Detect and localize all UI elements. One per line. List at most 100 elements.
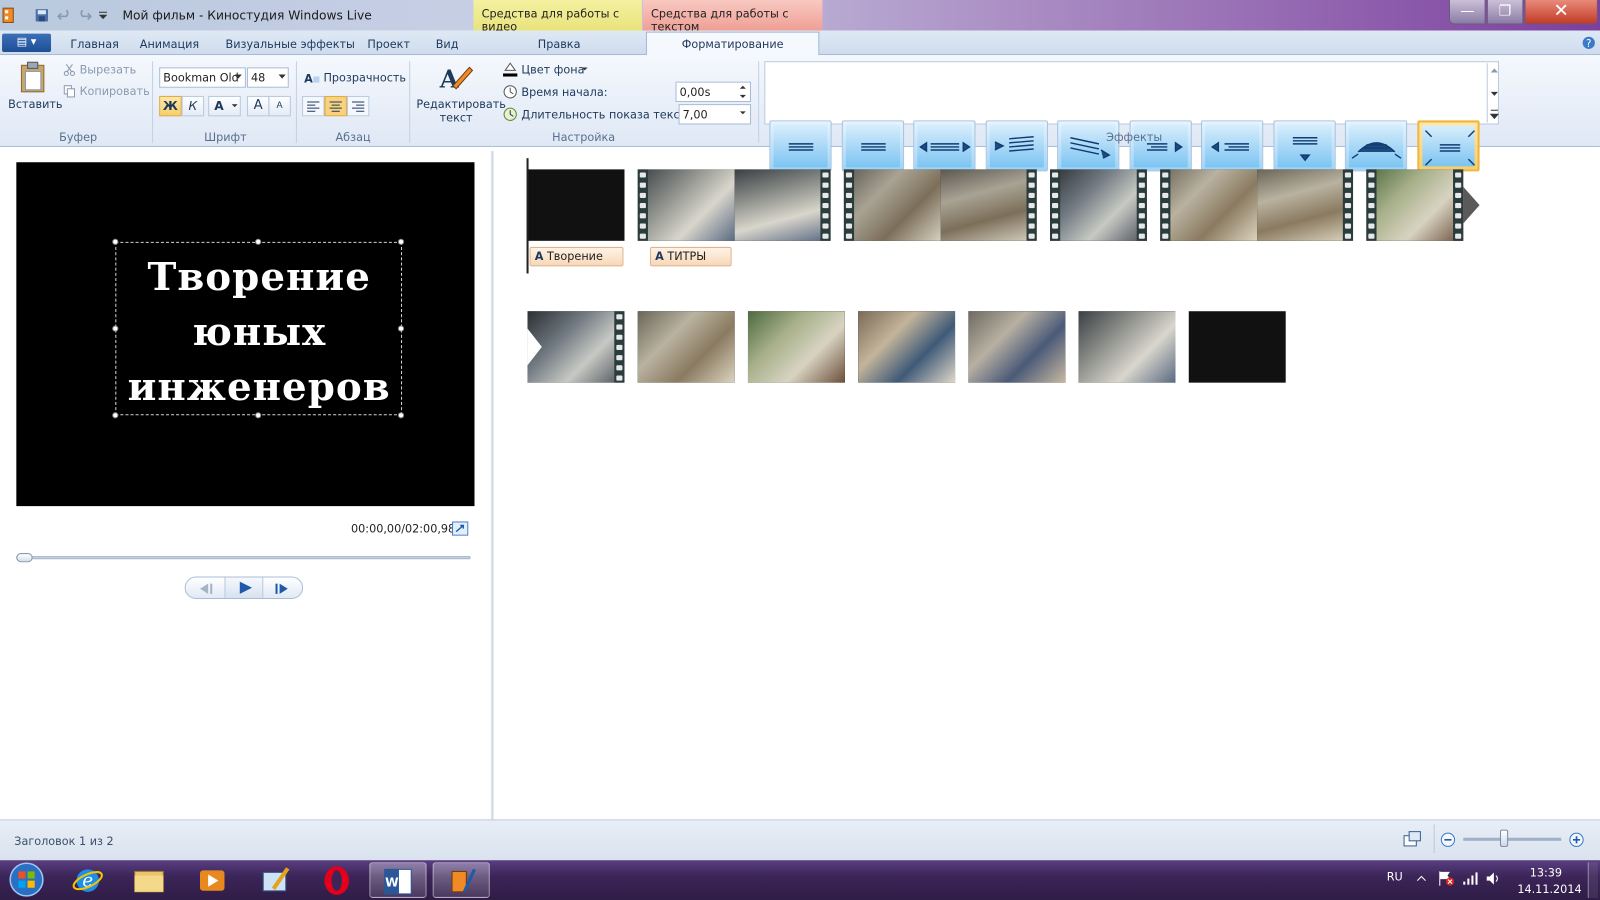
tab-visual-effects[interactable]: Визуальные эффекты <box>226 38 355 51</box>
show-hidden-icons-icon[interactable] <box>1416 874 1426 882</box>
storyboard-clip[interactable] <box>637 311 735 383</box>
clock-date[interactable]: 14.11.2014 <box>1517 883 1581 896</box>
previous-frame-icon[interactable] <box>196 582 216 596</box>
show-desktop-button[interactable] <box>1587 862 1598 898</box>
resize-handle[interactable] <box>397 238 405 245</box>
taskbar-explorer[interactable] <box>120 862 177 898</box>
font-size-dropdown-icon[interactable] <box>278 74 286 79</box>
paste-icon[interactable] <box>18 61 47 94</box>
tab-home[interactable]: Главная <box>70 38 118 51</box>
minimize-button[interactable]: — <box>1448 0 1486 25</box>
caption-item[interactable]: A ТИТРЫ <box>649 246 732 267</box>
seek-thumb[interactable] <box>16 553 33 563</box>
file-menu-button[interactable]: ▤ ▾ <box>2 33 52 53</box>
customize-qat-icon[interactable] <box>98 11 108 20</box>
zoom-slider-thumb[interactable] <box>1499 829 1509 847</box>
internet-explorer-icon[interactable]: e <box>59 862 116 898</box>
font-name-combo[interactable]: Bookman Old <box>159 67 246 88</box>
background-color-icon[interactable] <box>502 61 518 77</box>
play-icon[interactable] <box>226 578 265 598</box>
storyboard-clip[interactable] <box>1160 169 1354 241</box>
paste-button[interactable]: Вставить <box>8 98 62 111</box>
save-icon[interactable] <box>35 8 49 22</box>
caption-item[interactable]: A Творение <box>529 246 624 267</box>
next-frame-icon[interactable] <box>271 582 291 596</box>
thumbnail-size-icon[interactable] <box>1402 831 1422 849</box>
zoom-slider-track[interactable] <box>1463 837 1562 841</box>
opera-icon[interactable] <box>308 862 365 898</box>
seek-bar[interactable] <box>16 556 471 560</box>
undo-icon[interactable] <box>57 8 71 22</box>
tab-edit[interactable]: Правка <box>538 38 581 51</box>
gallery-scroll-arrows-icon[interactable] <box>1488 63 1501 122</box>
align-left-icon[interactable] <box>302 95 325 117</box>
cut-icon[interactable] <box>63 63 75 77</box>
font-name-dropdown-icon[interactable] <box>234 74 242 79</box>
tab-project[interactable]: Проект <box>367 38 410 51</box>
moviemaker-icon[interactable] <box>434 863 491 899</box>
play-button[interactable] <box>224 577 265 598</box>
duration-dropdown-icon[interactable] <box>739 111 746 115</box>
taskbar-moviemaker[interactable] <box>432 862 491 899</box>
taskbar-media-player[interactable] <box>184 862 241 898</box>
start-time-spinner-icon[interactable] <box>739 84 747 100</box>
storyboard-clip[interactable] <box>747 311 845 383</box>
fullscreen-icon[interactable] <box>452 521 469 536</box>
playhead[interactable] <box>526 158 529 274</box>
help-icon[interactable]: ? <box>1582 36 1596 50</box>
storyboard-clip[interactable] <box>968 311 1066 383</box>
copy-button[interactable]: Копировать <box>80 85 150 98</box>
taskbar-paint-app[interactable] <box>247 862 304 898</box>
resize-handle[interactable] <box>255 238 262 245</box>
taskbar-opera[interactable] <box>308 862 365 898</box>
grow-font-button[interactable]: A <box>246 95 270 117</box>
storyboard-clip[interactable] <box>858 311 956 383</box>
resize-handle[interactable] <box>112 238 119 245</box>
tab-animation[interactable]: Анимация <box>140 38 199 51</box>
pane-splitter[interactable] <box>490 151 494 820</box>
bold-button[interactable]: Ж <box>159 95 182 117</box>
transparency-button[interactable]: Прозрачность <box>323 71 406 84</box>
effects-gallery-scroll[interactable] <box>1486 63 1501 123</box>
font-color-dropdown-icon[interactable] <box>231 104 238 108</box>
volume-icon[interactable] <box>1486 871 1502 885</box>
background-color-dropdown-icon[interactable] <box>581 67 588 71</box>
moviemaker-app-icon[interactable] <box>2 7 16 23</box>
copy-icon[interactable] <box>63 85 75 98</box>
media-player-icon[interactable] <box>184 862 241 898</box>
clock-time[interactable]: 13:39 <box>1517 866 1574 879</box>
zoom-in-icon[interactable] <box>1568 832 1584 848</box>
edit-text-icon[interactable]: A <box>439 61 474 94</box>
taskbar-word[interactable]: W <box>369 862 427 899</box>
italic-button[interactable]: К <box>181 95 205 117</box>
action-center-icon[interactable] <box>1437 870 1455 886</box>
redo-icon[interactable] <box>78 8 92 22</box>
storyboard-clip[interactable] <box>1188 311 1286 383</box>
storyboard-clip[interactable] <box>637 169 831 241</box>
zoom-out-icon[interactable] <box>1440 832 1456 848</box>
tab-format[interactable]: Форматирование <box>645 31 820 57</box>
close-button[interactable]: ✕ <box>1524 0 1598 25</box>
storyboard-clip[interactable] <box>1366 169 1464 241</box>
folder-icon[interactable] <box>120 862 177 898</box>
network-icon[interactable] <box>1462 871 1478 885</box>
paint-app-icon[interactable] <box>247 862 304 898</box>
caption-text-icon: A <box>655 249 664 264</box>
taskbar-ie[interactable]: e <box>59 862 116 898</box>
storyboard-clip[interactable] <box>527 169 625 241</box>
storyboard-clip[interactable] <box>1078 311 1176 383</box>
storyboard-clip[interactable] <box>843 169 1037 241</box>
maximize-button[interactable]: ❐ <box>1486 0 1524 25</box>
cut-button[interactable]: Вырезать <box>80 63 137 76</box>
background-color-button[interactable]: Цвет фона <box>521 63 584 76</box>
language-indicator[interactable]: RU <box>1387 870 1403 883</box>
storyboard-clip[interactable] <box>1049 169 1147 241</box>
storyboard-clip[interactable] <box>527 311 625 383</box>
edit-text-button[interactable]: Редактировать текст <box>416 98 506 125</box>
shrink-font-button[interactable]: A <box>268 95 291 117</box>
align-center-icon[interactable] <box>324 95 347 117</box>
word-icon[interactable]: W <box>370 863 427 899</box>
align-right-icon[interactable] <box>346 95 370 117</box>
start-button-icon[interactable] <box>4 860 47 900</box>
tab-view[interactable]: Вид <box>436 38 459 51</box>
